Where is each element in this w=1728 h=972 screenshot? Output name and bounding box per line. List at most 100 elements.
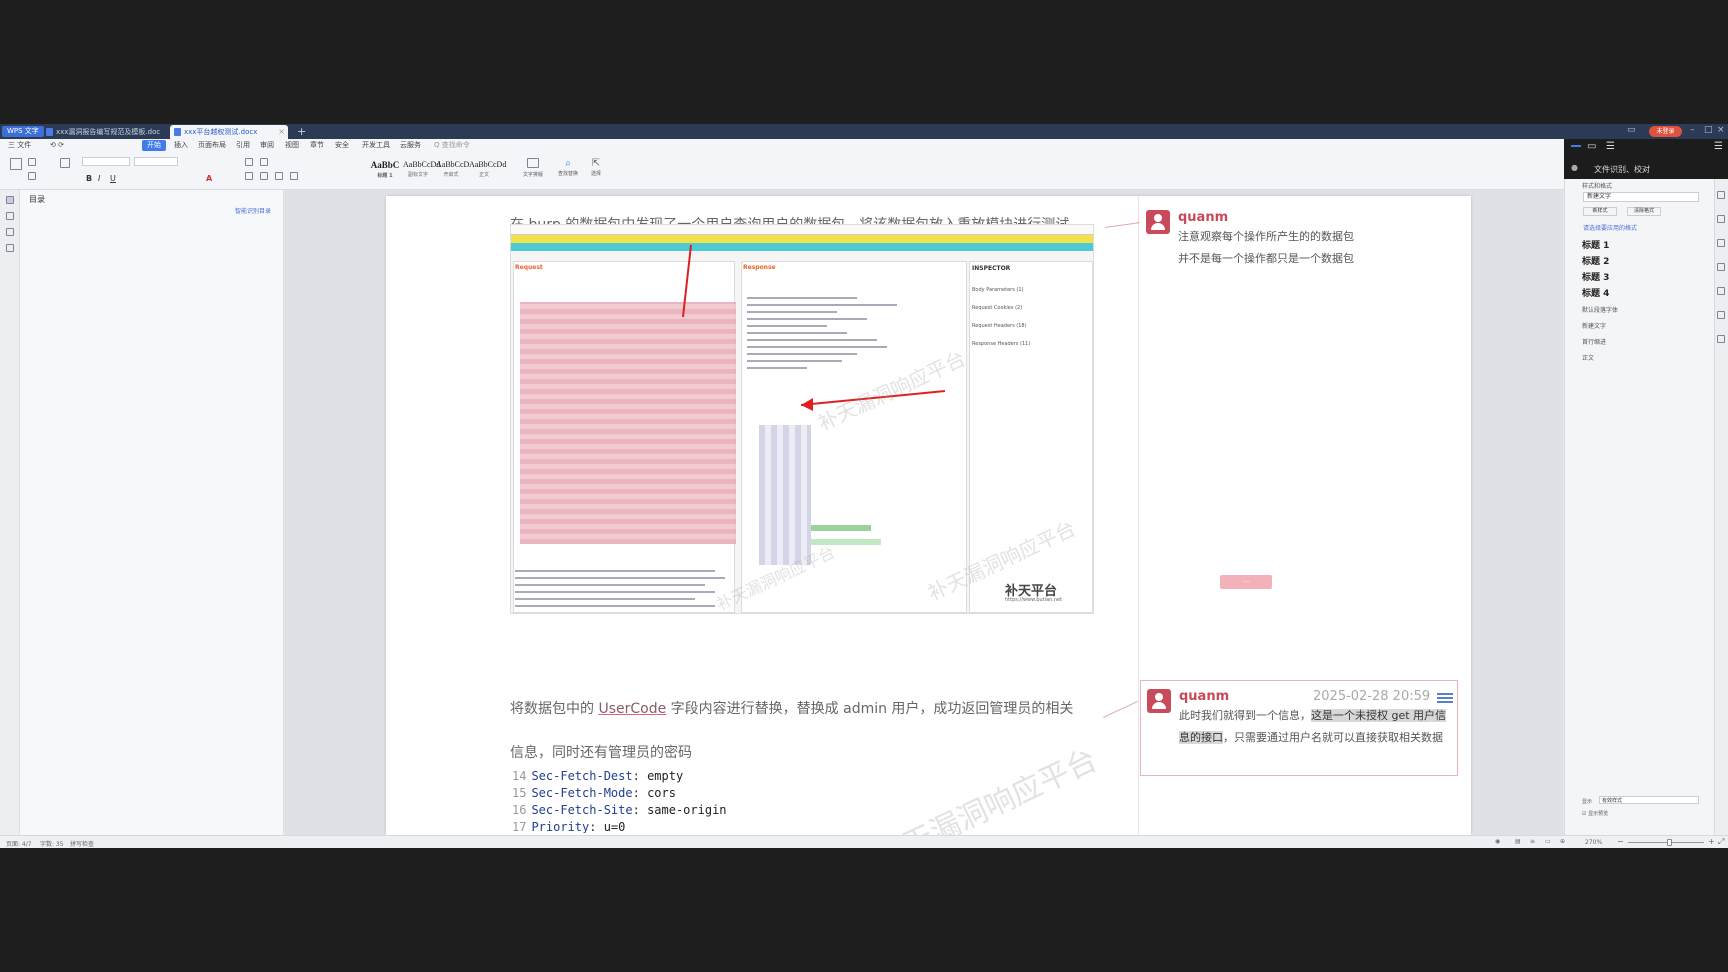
page-thumbnail-icon[interactable] [6, 228, 14, 236]
new-style-button[interactable]: 新样式 [1583, 207, 1617, 216]
close-window-icon[interactable]: × [1717, 125, 1725, 135]
align-center-icon[interactable] [260, 172, 268, 180]
backup-icon[interactable] [1717, 311, 1725, 319]
menu-home[interactable]: 开始 [142, 140, 166, 151]
tab-document-2[interactable]: xxx平台越权测试.docx × [170, 125, 288, 139]
align-right-icon[interactable] [275, 172, 283, 180]
style-heading-2[interactable]: 标题 2 [1582, 254, 1609, 267]
outline-icon[interactable] [6, 196, 14, 204]
globe-icon[interactable]: ⊕ [1560, 838, 1565, 845]
font-family-select[interactable] [82, 157, 130, 166]
zoom-slider[interactable] [1628, 842, 1704, 843]
clear-format-button[interactable]: 清除格式 [1627, 207, 1661, 216]
code-line: 16 Sec-Fetch-Site: same-origin [512, 803, 727, 817]
comment-menu-icon[interactable] [1437, 691, 1453, 703]
close-tab-icon[interactable]: × [278, 125, 285, 139]
app-menu-button[interactable]: WPS 文字 [2, 126, 44, 137]
page-indicator[interactable]: 页面: 4/7 [6, 839, 32, 848]
style-normal-text[interactable]: 正文 [1582, 353, 1594, 362]
text-layout-button[interactable]: 文字排版 [520, 158, 546, 178]
spell-check[interactable]: 拼写检查 [70, 839, 94, 848]
web-view-icon[interactable]: ▭ [1545, 838, 1551, 845]
minimize-icon[interactable]: – [1690, 125, 1695, 135]
paragraph-3[interactable]: 信息，同时还有管理员的密码 [510, 742, 692, 762]
format-painter-icon[interactable] [60, 158, 70, 168]
zoom-out-icon[interactable]: − [1617, 837, 1624, 846]
new-tab-button[interactable]: + [297, 124, 306, 139]
style-new-text[interactable]: 新建文字 [1582, 321, 1606, 330]
zoom-slider-knob[interactable] [1667, 839, 1672, 846]
style-heading1[interactable]: AaBbC 标题 1 [370, 160, 400, 180]
style-open[interactable]: AaBbCcD 开启式 [436, 160, 469, 180]
select-button[interactable]: ⇱ 选择 [586, 158, 606, 177]
menu-layout[interactable]: 页面布局 [196, 140, 228, 151]
current-style-select[interactable]: 新建文字 [1583, 192, 1699, 202]
menu-cloud[interactable]: 云服务 [398, 140, 423, 151]
menu-security[interactable]: 安全 [333, 140, 351, 151]
style-icon[interactable] [1717, 191, 1725, 199]
style-subtitle[interactable]: AaBbCcDd 副标文字 [403, 160, 440, 180]
user-login-button[interactable]: 未登录 [1649, 126, 1682, 137]
font-color-icon[interactable]: A [206, 174, 212, 183]
show-select[interactable]: 有效样式 [1599, 796, 1699, 804]
find-replace-button[interactable]: ⌕ 查找替换 [555, 158, 581, 177]
help-icon[interactable] [1717, 335, 1725, 343]
comment-2[interactable]: quanm 2025-02-28 20:59 此时我们就得到一个信息，这是一个未… [1140, 680, 1458, 776]
preview-checkbox[interactable]: ☑ 显示预览 [1582, 810, 1608, 817]
underline-icon[interactable]: U [110, 174, 116, 183]
tab-document-1[interactable]: xxx漏洞报告编写规范及模板.docx [42, 125, 160, 139]
zoom-in-icon[interactable]: + [1708, 837, 1715, 846]
property-icon[interactable] [1717, 239, 1725, 247]
page-view-icon[interactable]: ▤ [1515, 838, 1521, 845]
menu-insert[interactable]: 插入 [172, 140, 190, 151]
microphone-icon[interactable]: ● [1571, 163, 1578, 172]
italic-icon[interactable]: I [98, 174, 100, 183]
outline-view-icon[interactable]: ≡ [1530, 838, 1535, 845]
collapsed-comment-marker[interactable]: ··· [1220, 575, 1272, 589]
fullscreen-icon[interactable]: ⤢ [1718, 837, 1724, 847]
bookmark-icon[interactable] [6, 212, 14, 220]
align-left-icon[interactable] [245, 172, 253, 180]
comment-author: quanm [1178, 210, 1229, 225]
comment-text: 注意观察每个操作所产生的的数据包 并不是每一个操作都只是一个数据包 [1178, 230, 1354, 265]
find-icon[interactable] [6, 244, 14, 252]
bullet-list-icon[interactable] [245, 158, 253, 166]
justify-icon[interactable] [290, 172, 298, 180]
font-size-select[interactable] [134, 157, 178, 166]
menu-chapter[interactable]: 章节 [308, 140, 326, 151]
menu-icon[interactable]: ☰ [1714, 141, 1723, 152]
style-list-title: 请选择要应用的格式 [1583, 225, 1638, 232]
menu-review[interactable]: 审阅 [258, 140, 276, 151]
comment-1[interactable]: quanm 注意观察每个操作所产生的的数据包 并不是每一个操作都只是一个数据包 [1140, 198, 1460, 268]
eye-icon[interactable]: ◉ [1495, 838, 1500, 845]
style-default-font[interactable]: 默认段落字体 [1582, 305, 1618, 314]
copy-icon[interactable] [28, 172, 36, 180]
menu-view[interactable]: 视图 [283, 140, 301, 151]
window-layout-icon[interactable]: ▭ [1627, 125, 1636, 135]
style-heading-1[interactable]: 标题 1 [1582, 238, 1609, 251]
bold-icon[interactable]: B [86, 174, 92, 183]
menu-file[interactable]: 三 文件 [6, 140, 33, 151]
share-icon[interactable] [1717, 287, 1725, 295]
search-command[interactable]: Q 查找命令 [432, 140, 472, 151]
zoom-level[interactable]: 270% [1585, 839, 1602, 846]
style-first-indent[interactable]: 首行缩进 [1582, 337, 1606, 346]
select-icon[interactable] [1717, 215, 1725, 223]
window-icon[interactable]: ▭ [1587, 141, 1596, 152]
paste-icon[interactable] [10, 158, 22, 170]
menu-developer[interactable]: 开发工具 [360, 140, 392, 151]
menu-references[interactable]: 引用 [234, 140, 252, 151]
style-heading-3[interactable]: 标题 3 [1582, 270, 1609, 283]
word-count[interactable]: 字数: 35 [40, 839, 64, 848]
limit-edit-icon[interactable] [1717, 263, 1725, 271]
list-icon[interactable]: ☰ [1606, 141, 1615, 152]
smart-toc-link[interactable]: 智能识别目录 [235, 206, 271, 215]
paragraph-2[interactable]: 将数据包中的 UserCode 字段内容进行替换，替换成 admin 用户，成功… [510, 698, 1073, 718]
style-normal[interactable]: AaBbCcDd 正文 [469, 160, 506, 180]
panel-toggle-icon[interactable] [1571, 145, 1581, 147]
menu-undo-icon[interactable]: ⟲ ⟳ [48, 140, 66, 151]
cut-icon[interactable] [28, 158, 36, 166]
style-heading-4[interactable]: 标题 4 [1582, 286, 1609, 299]
maximize-icon[interactable]: □ [1704, 125, 1713, 135]
numbered-list-icon[interactable] [260, 158, 268, 166]
